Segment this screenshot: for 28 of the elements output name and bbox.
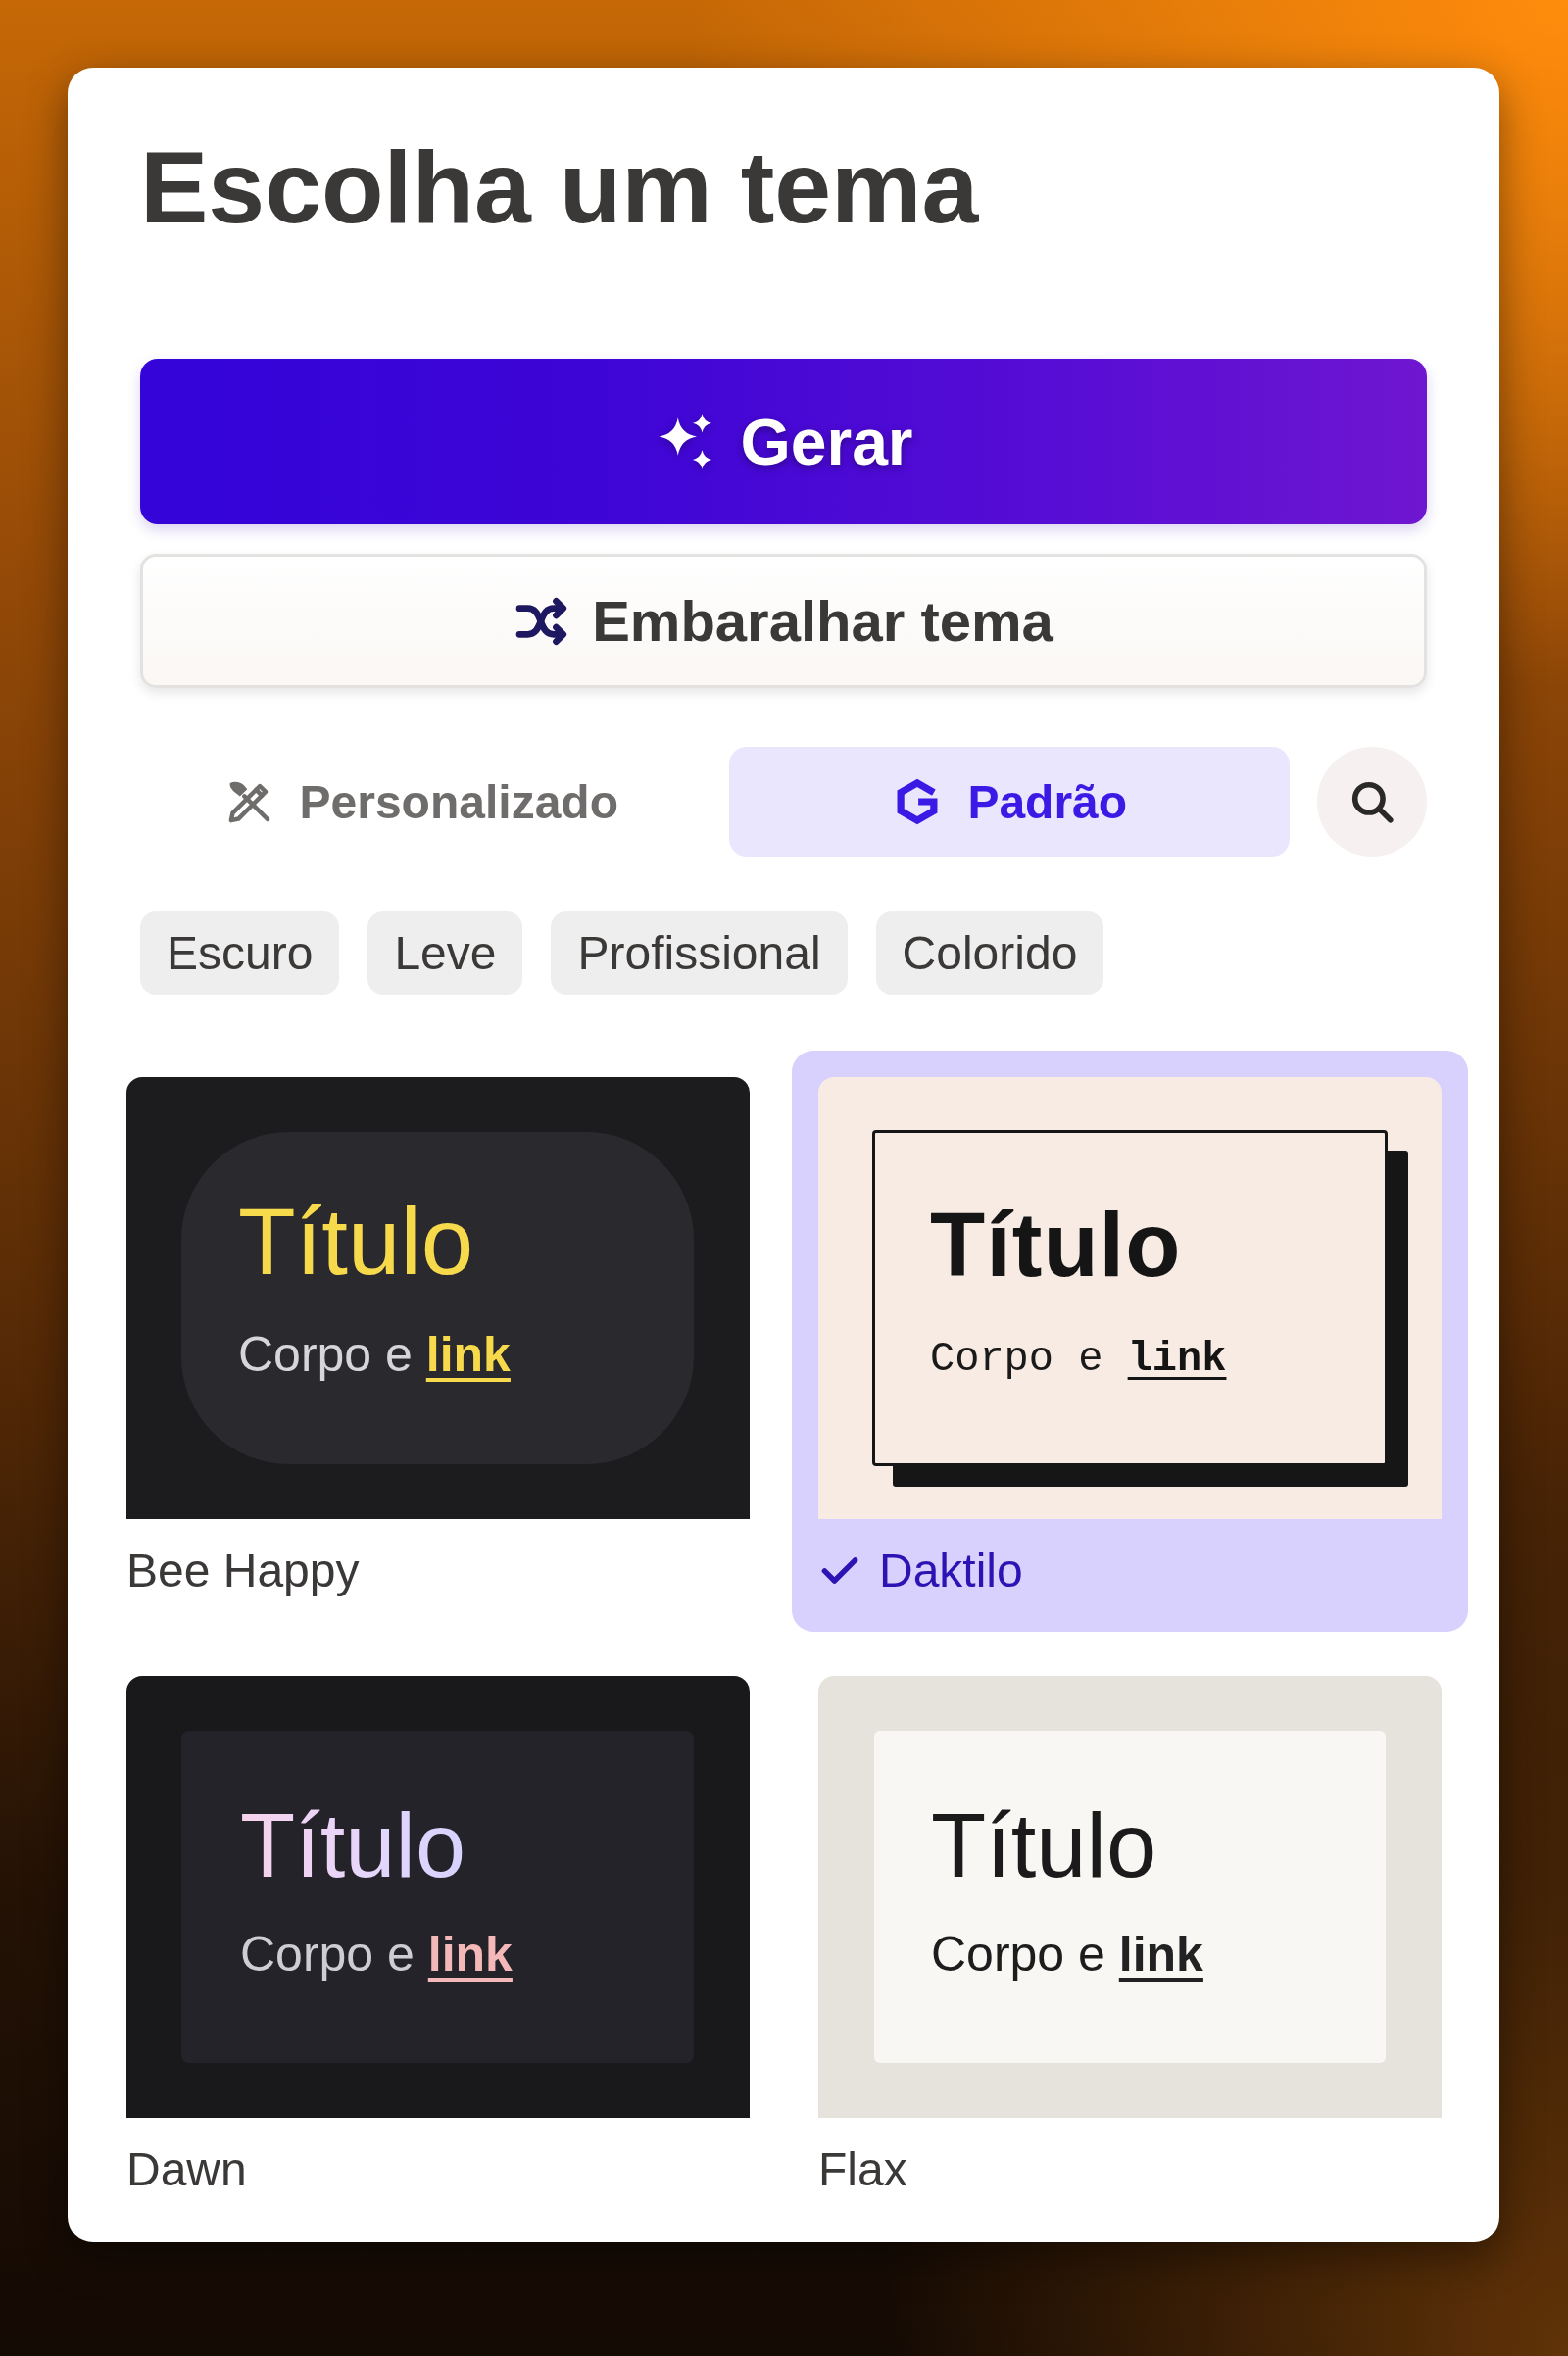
preview-body: Corpo e link [930,1335,1227,1385]
preview-body: Corpo e link [240,1926,513,1984]
theme-name: Bee Happy [126,1543,360,1597]
preview-link[interactable]: link [1118,1927,1203,1982]
generate-button[interactable]: Gerar [140,359,1427,524]
preview-link[interactable]: link [1127,1336,1227,1383]
theme-card[interactable]: Título Corpo e link Bee Happy [100,1051,776,1632]
filter-chip[interactable]: Leve [368,911,523,995]
filter-chip[interactable]: Profissional [551,911,848,995]
preview-title: Título [931,1794,1157,1897]
preview-body: Corpo e link [238,1326,511,1384]
theme-name: Daktilo [879,1543,1023,1597]
preview-body: Corpo e link [931,1926,1203,1984]
preview-title: Título [930,1194,1182,1297]
theme-card[interactable]: Título Corpo e link Daktilo [792,1051,1468,1632]
mode-tab[interactable]: Personalizado [140,747,702,857]
theme-card[interactable]: Título Corpo e link Dawn [100,1649,776,2231]
mode-tab[interactable]: Padrão [728,747,1290,857]
theme-name: Dawn [126,2141,247,2196]
preview-link[interactable]: link [425,1327,511,1382]
filter-chip[interactable]: Colorido [875,911,1104,995]
preview-link[interactable]: link [427,1927,513,1982]
theme-card[interactable]: Título Corpo e link Flax [792,1649,1468,2231]
panel-title: Escolha um tema [140,129,979,246]
theme-name: Flax [818,2141,907,2196]
filter-chip[interactable]: Escuro [140,911,340,995]
shuffle-button[interactable]: Embaralhar tema [140,554,1427,688]
preview-title: Título [238,1188,474,1296]
